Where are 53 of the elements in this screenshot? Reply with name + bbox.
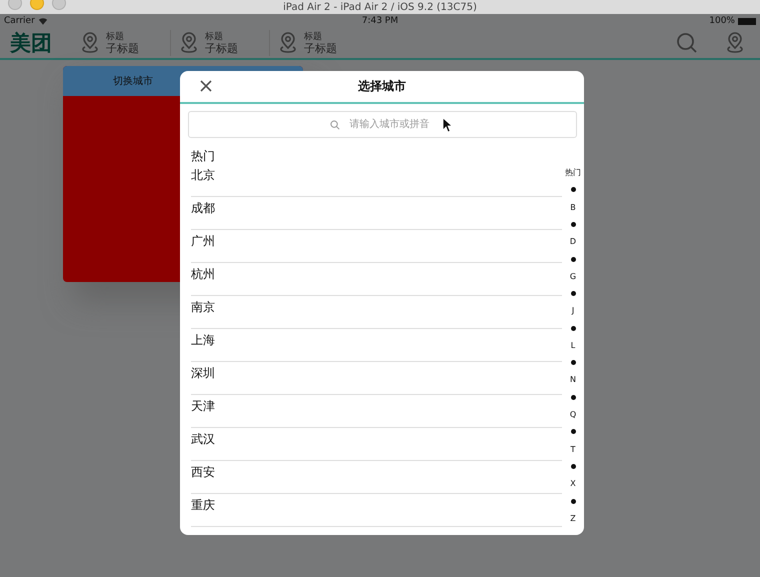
city-item[interactable]: 上海 [191,329,562,362]
status-time: 7:43 PM [362,16,398,26]
index-letter[interactable]: J [572,302,574,320]
window-title: iPad Air 2 - iPad Air 2 / iOS 9.2 (13C75) [283,0,477,14]
index-letter[interactable]: B [570,198,576,216]
search-icon[interactable] [676,32,698,54]
mouse-pointer-icon [442,117,452,133]
index-dot-icon[interactable] [570,326,576,331]
city-item[interactable]: 武汉 [191,428,562,461]
city-item[interactable]: 北京 [191,164,562,197]
nav-tab[interactable]: 标题 子标题 [170,30,269,56]
index-letter[interactable]: G [570,268,576,286]
carrier-label: Carrier [4,16,35,26]
search-field[interactable]: 请输入城市或拼音 [188,111,577,138]
index-dot-icon[interactable] [570,464,576,470]
battery-icon [738,18,756,24]
index-dot-icon[interactable] [570,187,576,192]
index-dot-icon[interactable] [570,291,576,296]
city-item[interactable]: 西安 [191,461,562,494]
index-dot-icon[interactable] [570,429,576,434]
city-item[interactable]: 天津 [191,395,562,428]
index-letter[interactable]: Z [570,510,576,528]
index-letter[interactable]: L [570,336,576,354]
battery-label: 100% [709,16,735,26]
index-dot-icon[interactable] [570,394,576,400]
city-item[interactable]: 杭州 [191,263,562,296]
wifi-icon [38,17,48,25]
location-pin-icon [278,32,298,54]
nav-tab[interactable]: 标题 子标题 [72,30,170,56]
search-icon [330,120,340,130]
index-dot-icon[interactable] [570,222,576,228]
section-header: 热门 [191,148,216,164]
index-letter[interactable]: Q [570,406,576,424]
location-pin-icon [179,32,199,54]
index-letter[interactable]: D [570,233,576,250]
index-letter[interactable]: T [570,440,576,458]
city-item[interactable]: 南京 [191,296,562,329]
city-item[interactable]: 成都 [191,197,562,230]
index-dot-icon[interactable] [570,360,576,366]
city-item[interactable]: 广州 [191,230,562,263]
index-letter[interactable]: N [570,371,576,389]
panel-title: 切换城市 [113,74,153,88]
close-icon[interactable] [200,80,212,92]
index-dot-icon[interactable] [570,256,576,262]
dialog-title: 选择城市 [358,78,406,95]
city-item[interactable]: 深圳 [191,362,562,395]
index-letter[interactable]: 热门 [565,164,581,182]
index-letter[interactable]: X [570,475,576,492]
location-pin-icon[interactable] [724,32,746,54]
city-item[interactable]: 重庆 [191,494,562,527]
location-pin-icon [80,32,100,54]
index-dot-icon[interactable] [570,498,576,504]
nav-tab[interactable]: 标题 子标题 [269,30,368,56]
